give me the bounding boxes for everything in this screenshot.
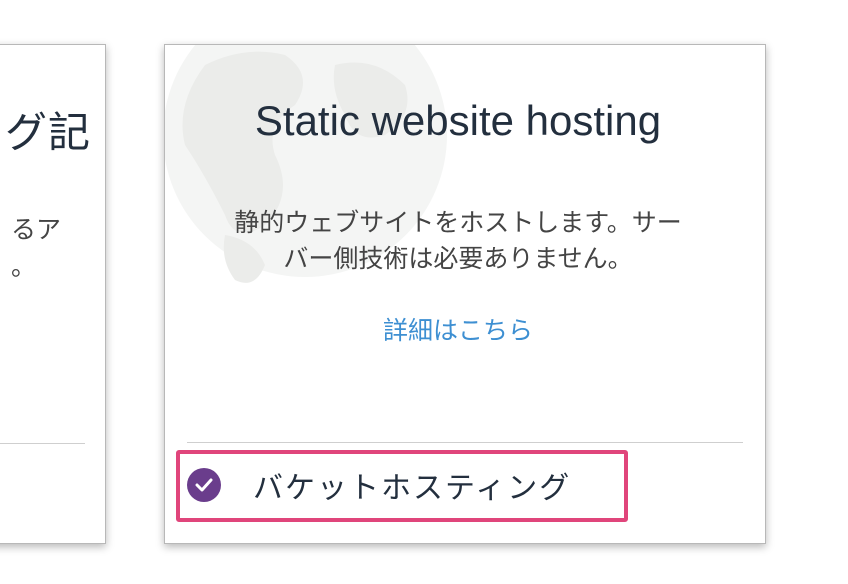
card-description-line: 静的ウェブサイトをホストします。サー bbox=[234, 208, 682, 237]
card-divider bbox=[187, 442, 743, 443]
card-title: Static website hosting bbox=[254, 97, 662, 144]
card-description-line: バー側技術は必要ありません。 bbox=[283, 244, 633, 273]
card-title: グ記 bbox=[4, 108, 91, 157]
card-description-line: 。 bbox=[10, 252, 36, 281]
learn-more-link[interactable]: 詳細はこちら bbox=[165, 311, 751, 347]
card-divider bbox=[0, 443, 85, 444]
card-description-line: るア bbox=[10, 215, 61, 244]
option-card-partial[interactable]: グ記 るア 。 bbox=[0, 44, 106, 544]
card-description: 静的ウェブサイトをホストします。サー バー側技術は必要ありません。 bbox=[165, 205, 751, 277]
card-description: るア 。 bbox=[11, 211, 61, 285]
highlight-annotation bbox=[176, 450, 628, 522]
